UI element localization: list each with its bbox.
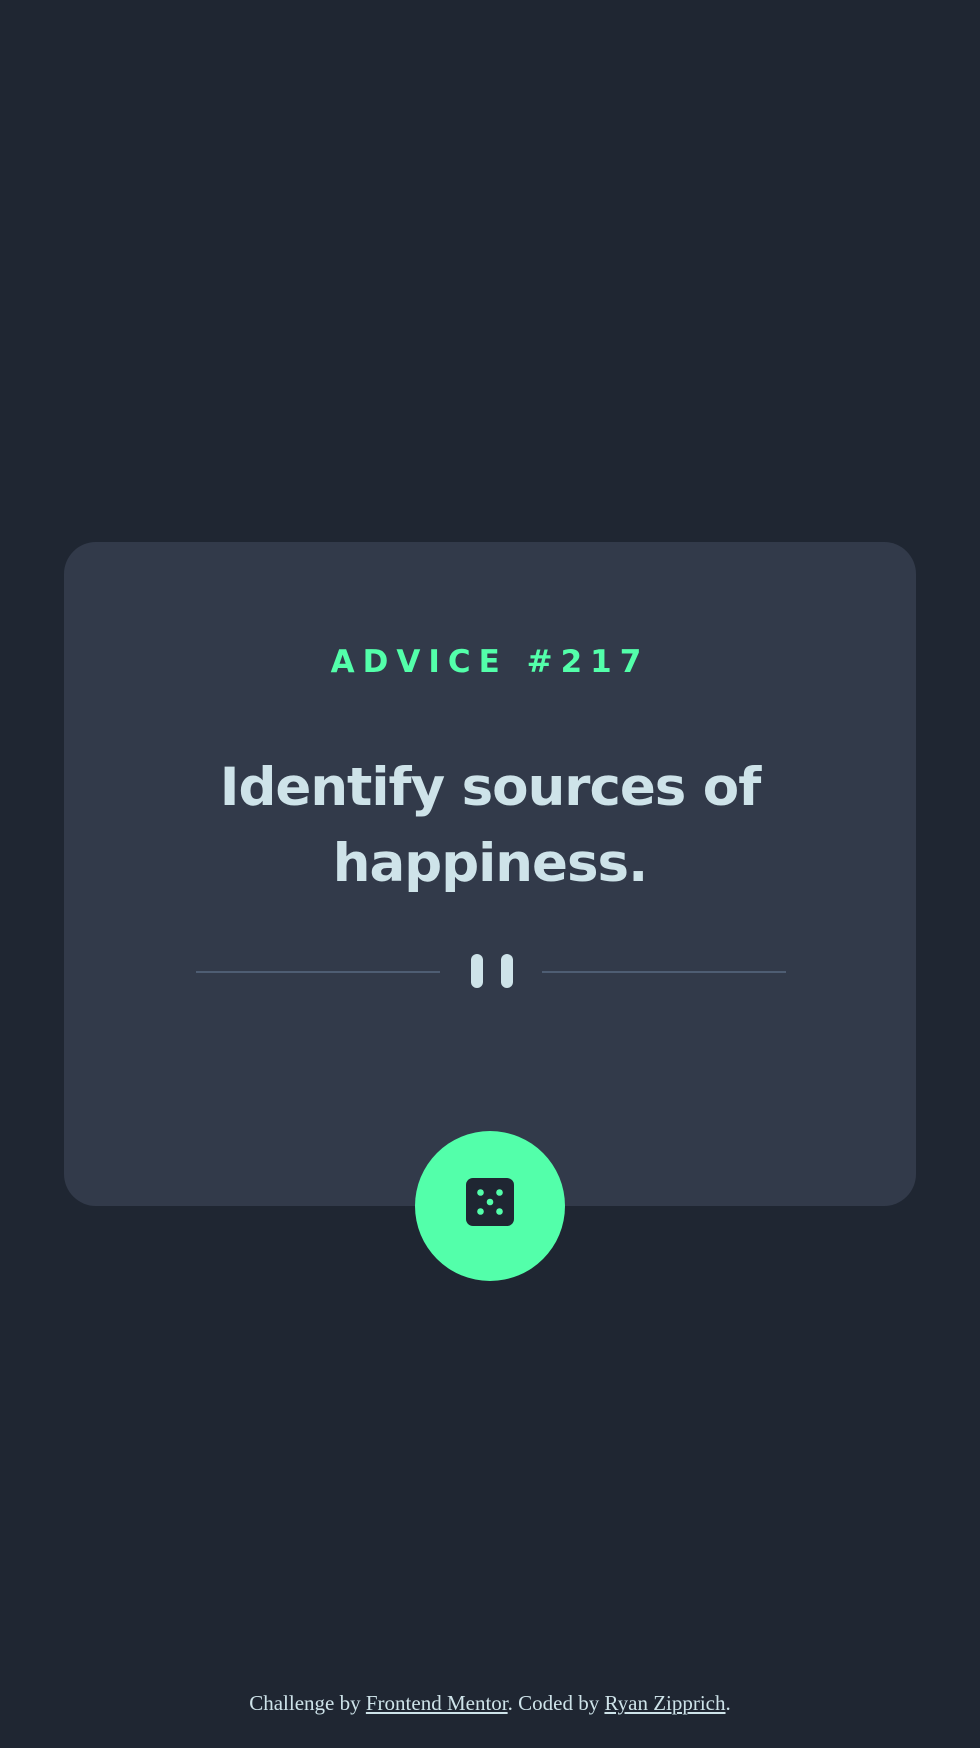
pause-bar-left	[471, 954, 483, 988]
divider	[196, 954, 786, 988]
attribution-footer: Challenge by Frontend Mentor. Coded by R…	[0, 1690, 980, 1716]
pause-bar-right	[501, 954, 513, 988]
advice-id: ADVICE #217	[330, 644, 650, 680]
dice-icon	[466, 1178, 514, 1226]
frontend-mentor-link[interactable]: Frontend Mentor	[366, 1691, 508, 1715]
footer-middle: . Coded by	[507, 1691, 605, 1715]
author-link[interactable]: Ryan Zipprich	[604, 1691, 725, 1715]
footer-suffix: .	[725, 1691, 731, 1715]
footer-prefix: Challenge by	[249, 1691, 366, 1715]
divider-line-left	[196, 971, 440, 973]
new-advice-button[interactable]	[415, 1131, 565, 1281]
divider-line-right	[542, 971, 786, 973]
advice-card: ADVICE #217 Identify sources of happines…	[64, 542, 916, 1206]
advice-text: Identify sources of happiness.	[219, 757, 762, 894]
pause-icon	[471, 954, 513, 988]
